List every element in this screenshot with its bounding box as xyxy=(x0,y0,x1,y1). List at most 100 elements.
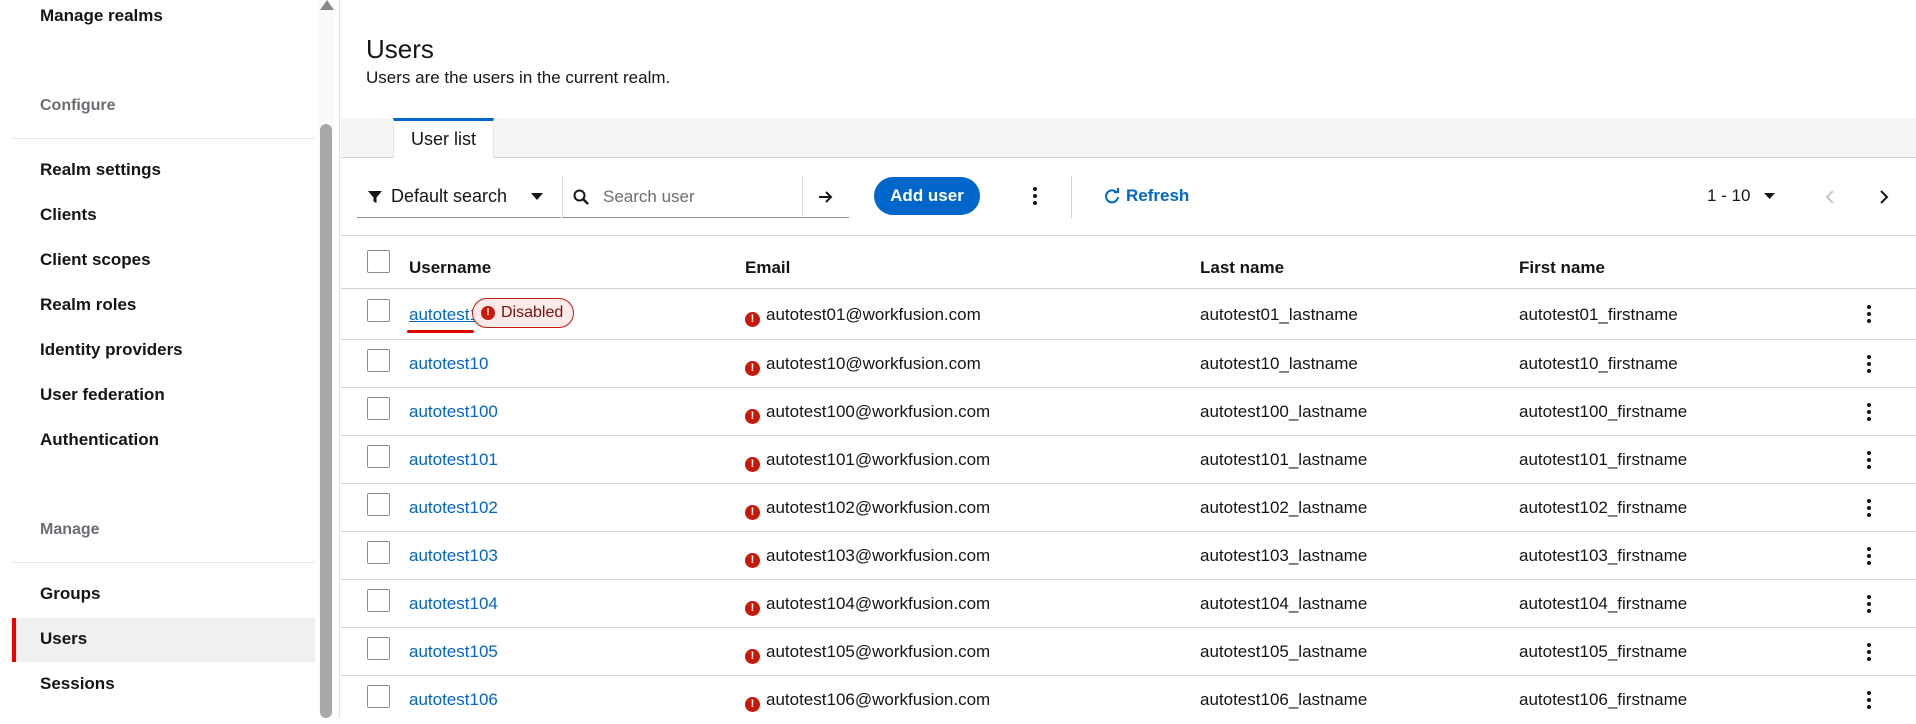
chevron-right-icon xyxy=(1880,190,1889,204)
exclamation-circle-icon: ! xyxy=(745,505,760,520)
row-checkbox[interactable] xyxy=(367,493,390,516)
sidebar: Manage realms Configure Realm settings C… xyxy=(0,0,340,718)
row-kebab-menu-icon[interactable] xyxy=(1859,585,1879,623)
sidebar-item-clients[interactable]: Clients xyxy=(40,205,97,225)
first-name-cell: autotest101_firstname xyxy=(1519,450,1688,469)
scroll-up-icon[interactable] xyxy=(320,0,334,10)
manage-realms-link[interactable]: Manage realms xyxy=(40,6,163,26)
column-header-first-name[interactable]: First name xyxy=(1519,258,1605,278)
row-checkbox[interactable] xyxy=(367,349,390,372)
filter-label: Default search xyxy=(391,186,508,206)
row-kebab-menu-icon[interactable] xyxy=(1859,633,1879,671)
table-row: autotest102 ! autotest102@workfusion.com … xyxy=(341,484,1916,532)
username-link[interactable]: autotest106 xyxy=(409,690,498,710)
search-input[interactable] xyxy=(603,186,793,207)
sidebar-item-realm-settings[interactable]: Realm settings xyxy=(40,160,161,180)
row-checkbox[interactable] xyxy=(367,541,390,564)
email-cell: ! autotest101@workfusion.com xyxy=(745,450,990,472)
row-kebab-menu-icon[interactable] xyxy=(1859,393,1879,431)
column-header-last-name[interactable]: Last name xyxy=(1200,258,1284,278)
email-cell: ! autotest10@workfusion.com xyxy=(745,354,981,376)
next-page-button[interactable] xyxy=(1879,184,1889,210)
filter-dropdown[interactable]: Default search xyxy=(357,176,561,218)
scrollbar-thumb[interactable] xyxy=(320,124,332,718)
email-cell: ! autotest102@workfusion.com xyxy=(745,498,990,520)
username-link[interactable]: autotest1 xyxy=(409,305,479,325)
sidebar-item-client-scopes[interactable]: Client scopes xyxy=(40,250,151,270)
row-checkbox[interactable] xyxy=(367,637,390,660)
column-header-email[interactable]: Email xyxy=(745,258,790,278)
username-link[interactable]: autotest10 xyxy=(409,354,488,374)
table-row: autotest106 ! autotest106@workfusion.com … xyxy=(341,676,1916,724)
tab-bar xyxy=(341,118,1916,158)
row-checkbox[interactable] xyxy=(367,299,390,322)
add-user-button[interactable]: Add user xyxy=(874,177,980,215)
column-header-username[interactable]: Username xyxy=(409,258,491,278)
username-link[interactable]: autotest104 xyxy=(409,594,498,614)
page-title: Users xyxy=(366,34,434,64)
row-kebab-menu-icon[interactable] xyxy=(1859,345,1879,383)
sidebar-item-user-federation[interactable]: User federation xyxy=(40,385,165,405)
sidebar-item-groups[interactable]: Groups xyxy=(40,584,100,604)
last-name-cell: autotest01_lastname xyxy=(1200,305,1358,324)
username-link[interactable]: autotest105 xyxy=(409,642,498,662)
row-kebab-menu-icon[interactable] xyxy=(1859,441,1879,479)
previous-page-button[interactable] xyxy=(1825,184,1835,210)
row-kebab-menu-icon[interactable] xyxy=(1859,489,1879,527)
pagination-toggle[interactable]: 1 - 10 xyxy=(1707,186,1776,206)
toolbar-kebab-menu-icon[interactable] xyxy=(1025,177,1045,215)
row-checkbox[interactable] xyxy=(367,445,390,468)
email-cell: ! autotest104@workfusion.com xyxy=(745,594,990,616)
username-link[interactable]: autotest102 xyxy=(409,498,498,518)
email-value: autotest10@workfusion.com xyxy=(766,354,981,373)
search-field[interactable] xyxy=(562,176,802,218)
exclamation-circle-icon: ! xyxy=(745,601,760,616)
exclamation-circle-icon: ! xyxy=(745,649,760,664)
username-link[interactable]: autotest103 xyxy=(409,546,498,566)
username-link[interactable]: autotest101 xyxy=(409,450,498,470)
last-name-cell: autotest100_lastname xyxy=(1200,402,1368,421)
last-name-cell: autotest103_lastname xyxy=(1200,546,1368,565)
select-all-checkbox[interactable] xyxy=(367,250,390,273)
exclamation-circle-icon: ! xyxy=(745,457,760,472)
email-cell: ! autotest103@workfusion.com xyxy=(745,546,990,568)
status-badge-label: Disabled xyxy=(501,304,564,321)
table-row: autotest101 ! autotest101@workfusion.com … xyxy=(341,436,1916,484)
email-value: autotest104@workfusion.com xyxy=(766,594,991,613)
row-kebab-menu-icon[interactable] xyxy=(1859,295,1879,333)
table-row: autotest104 ! autotest104@workfusion.com … xyxy=(341,580,1916,628)
email-cell: ! autotest105@workfusion.com xyxy=(745,642,990,664)
row-kebab-menu-icon[interactable] xyxy=(1859,681,1879,719)
username-link[interactable]: autotest100 xyxy=(409,402,498,422)
row-checkbox[interactable] xyxy=(367,685,390,708)
row-kebab-menu-icon[interactable] xyxy=(1859,537,1879,575)
last-name-cell: autotest10_lastname xyxy=(1200,354,1358,373)
sidebar-item-sessions[interactable]: Sessions xyxy=(40,674,115,694)
first-name-cell: autotest10_firstname xyxy=(1519,354,1678,373)
first-name-cell: autotest01_firstname xyxy=(1519,305,1678,324)
row-checkbox[interactable] xyxy=(367,397,390,420)
search-icon xyxy=(573,189,589,205)
sidebar-item-authentication[interactable]: Authentication xyxy=(40,430,159,450)
email-value: autotest102@workfusion.com xyxy=(766,498,991,517)
filter-icon xyxy=(368,190,382,203)
sidebar-item-identity-providers[interactable]: Identity providers xyxy=(40,340,183,360)
first-name-cell: autotest106_firstname xyxy=(1519,690,1688,709)
email-value: autotest01@workfusion.com xyxy=(766,305,981,324)
email-value: autotest100@workfusion.com xyxy=(766,402,991,421)
first-name-cell: autotest102_firstname xyxy=(1519,498,1688,517)
last-name-cell: autotest102_lastname xyxy=(1200,498,1368,517)
table-header: Username Email Last name First name xyxy=(341,235,1916,289)
refresh-button[interactable]: Refresh xyxy=(1104,186,1189,206)
email-cell: ! autotest100@workfusion.com xyxy=(745,402,990,424)
table-row: autotest103 ! autotest103@workfusion.com … xyxy=(341,532,1916,580)
sidebar-item-users[interactable]: Users xyxy=(40,629,87,649)
first-name-cell: autotest100_firstname xyxy=(1519,402,1688,421)
toolbar-separator xyxy=(1071,176,1072,218)
search-submit-button[interactable] xyxy=(802,176,849,218)
email-value: autotest105@workfusion.com xyxy=(766,642,991,661)
row-checkbox[interactable] xyxy=(367,589,390,612)
tab-user-list[interactable]: User list xyxy=(393,118,494,158)
sidebar-item-realm-roles[interactable]: Realm roles xyxy=(40,295,136,315)
refresh-icon xyxy=(1105,188,1119,204)
